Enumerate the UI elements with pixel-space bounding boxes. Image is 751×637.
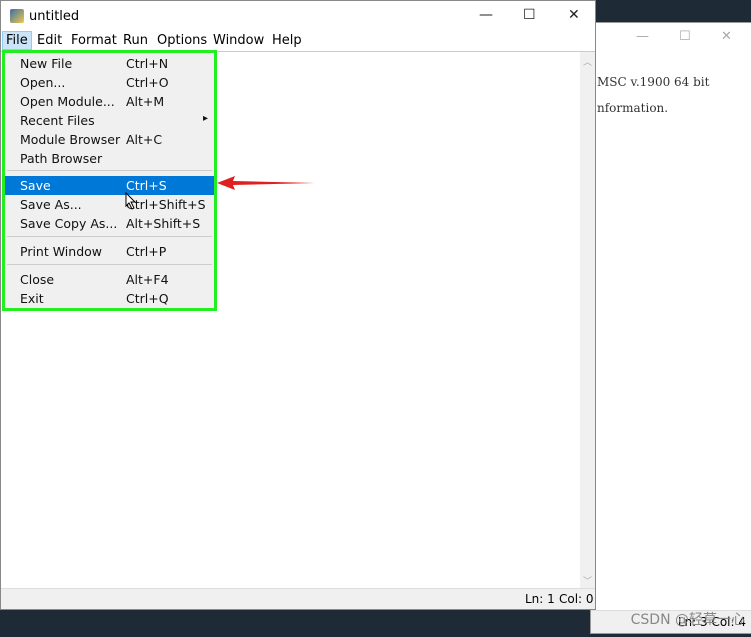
shortcut: Ctrl+N bbox=[126, 56, 169, 71]
label: Recent Files bbox=[20, 113, 95, 128]
menu-separator bbox=[7, 170, 212, 171]
menu-separator bbox=[7, 236, 212, 237]
shortcut: Alt+Shift+S bbox=[126, 216, 201, 231]
vertical-scrollbar[interactable]: ︿ ﹀ bbox=[580, 52, 595, 589]
label: Open Module... bbox=[20, 94, 115, 109]
menu-item-close[interactable]: Close Alt+F4 bbox=[5, 270, 214, 289]
close-button[interactable]: ✕ bbox=[568, 7, 580, 23]
menu-file[interactable]: File bbox=[2, 31, 32, 50]
background-shell-window[interactable]: — ☐ ✕ MSC v.1900 64 bit nformation. Ln: 3 … bbox=[590, 22, 751, 634]
shortcut: Ctrl+Q bbox=[126, 291, 169, 306]
menu-help[interactable]: Help bbox=[272, 33, 302, 48]
menu-item-save[interactable]: Save Ctrl+S bbox=[5, 176, 214, 195]
label: New File bbox=[20, 56, 73, 71]
watermark: CSDN @轻草一心 bbox=[630, 612, 745, 628]
title-bar[interactable]: untitled — ☐ ✕ bbox=[1, 1, 595, 31]
menu-item-recent-files[interactable]: Recent Files ▸ bbox=[5, 111, 214, 130]
label: Exit bbox=[20, 291, 44, 306]
menu-item-print-window[interactable]: Print Window Ctrl+P bbox=[5, 242, 214, 261]
menu-item-exit[interactable]: Exit Ctrl+Q bbox=[5, 289, 214, 308]
menu-item-save-copy-as[interactable]: Save Copy As... Alt+Shift+S bbox=[5, 214, 214, 233]
bg-maximize-icon[interactable]: ☐ bbox=[679, 29, 691, 44]
label: Close bbox=[20, 272, 55, 287]
file-menu-dropdown: New File Ctrl+N Open... Ctrl+O Open Module… bbox=[2, 50, 217, 311]
bg-minimize-icon[interactable]: — bbox=[636, 29, 649, 44]
minimize-button[interactable]: — bbox=[479, 7, 493, 23]
menu-item-save-as[interactable]: Save As... Ctrl+Shift+S bbox=[5, 195, 214, 214]
menu-run[interactable]: Run bbox=[123, 33, 148, 48]
shortcut: Alt+C bbox=[126, 132, 163, 147]
shortcut: Ctrl+S bbox=[126, 178, 167, 193]
label: Path Browser bbox=[20, 151, 103, 166]
shortcut: Ctrl+P bbox=[126, 244, 167, 259]
menu-edit[interactable]: Edit bbox=[37, 33, 62, 48]
menu-item-open[interactable]: Open... Ctrl+O bbox=[5, 73, 214, 92]
bg-close-icon[interactable]: ✕ bbox=[721, 29, 732, 44]
menu-bar: File Edit Format Run Options Window Help bbox=[1, 31, 595, 52]
status-line: Ln: 1 bbox=[525, 592, 555, 606]
menu-item-module-browser[interactable]: Module Browser Alt+C bbox=[5, 130, 214, 149]
submenu-arrow-icon: ▸ bbox=[203, 113, 209, 124]
menu-item-path-browser[interactable]: Path Browser bbox=[5, 149, 214, 168]
python-file-icon bbox=[10, 9, 24, 23]
status-col: Col: 0 bbox=[559, 592, 594, 606]
menu-item-new-file[interactable]: New File Ctrl+N bbox=[5, 54, 214, 73]
label: Save As... bbox=[20, 197, 82, 212]
shortcut: Alt+F4 bbox=[126, 272, 169, 287]
shell-text-line: nformation. bbox=[597, 101, 669, 115]
shortcut: Ctrl+Shift+S bbox=[126, 197, 206, 212]
status-bar: Ln: 1 Col: 0 bbox=[1, 588, 595, 609]
label: Save Copy As... bbox=[20, 216, 118, 231]
menu-item-open-module[interactable]: Open Module... Alt+M bbox=[5, 92, 214, 111]
shortcut: Ctrl+O bbox=[126, 75, 169, 90]
label: Open... bbox=[20, 75, 66, 90]
maximize-button[interactable]: ☐ bbox=[523, 7, 536, 23]
label: Module Browser bbox=[20, 132, 121, 147]
menu-window[interactable]: Window bbox=[213, 33, 264, 48]
shortcut: Alt+M bbox=[126, 94, 165, 109]
menu-format[interactable]: Format bbox=[71, 33, 117, 48]
annotation-arrow-icon bbox=[217, 176, 315, 190]
label: Save bbox=[20, 178, 51, 193]
menu-options[interactable]: Options bbox=[157, 33, 207, 48]
window-title: untitled bbox=[29, 9, 80, 24]
menu-separator bbox=[7, 264, 212, 265]
shell-text-line: MSC v.1900 64 bit bbox=[597, 75, 710, 89]
label: Print Window bbox=[20, 244, 103, 259]
mouse-cursor-icon bbox=[125, 192, 137, 210]
